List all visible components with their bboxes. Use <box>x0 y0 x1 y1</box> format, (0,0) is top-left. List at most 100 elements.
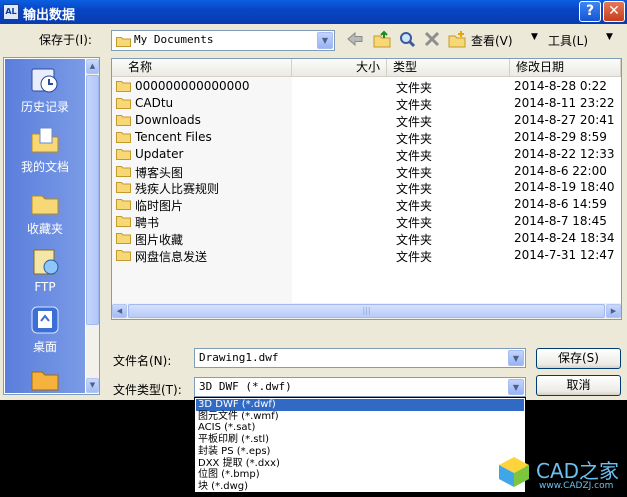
window-title: 输出数据 <box>23 8 76 23</box>
folder-icon <box>31 371 59 391</box>
file-row[interactable]: Updater 文件夹 2014-8-22 12:33 <box>112 146 621 163</box>
file-name: Downloads <box>135 112 201 127</box>
file-row[interactable]: CADtu 文件夹 2014-8-11 23:22 <box>112 95 621 112</box>
folder-icon <box>116 37 131 47</box>
scroll-thumb[interactable]: ||| <box>128 304 605 318</box>
file-date: 2014-7-31 12:47 <box>514 248 615 262</box>
file-row[interactable]: 网盘信息发送 文件夹 2014-7-31 12:47 <box>112 247 621 264</box>
filename-value: Drawing1.dwf <box>199 351 279 364</box>
place-favorites[interactable]: 收藏夹 <box>5 187 85 237</box>
column-header-name[interactable]: 名称 <box>112 59 292 77</box>
tools-dropdown-icon[interactable]: ▼ <box>606 32 613 42</box>
save-in-select[interactable]: My Documents ▼ <box>111 30 335 51</box>
file-date: 2014-8-29 8:59 <box>514 129 607 144</box>
scroll-right-icon[interactable]: ▶ <box>606 304 621 318</box>
ftp-icon <box>33 249 59 275</box>
file-list-hscrollbar[interactable]: ◀ ||| ▶ <box>112 303 621 319</box>
chevron-down-icon[interactable]: ▼ <box>508 350 524 366</box>
filetype-option[interactable]: DXX 提取 (*.dxx) <box>196 458 524 470</box>
delete-icon[interactable] <box>421 30 443 50</box>
file-name: Updater <box>135 146 184 161</box>
filetype-select[interactable]: 3D DWF (*.dwf) ▼ <box>194 377 526 397</box>
close-button[interactable]: ✕ <box>603 1 625 22</box>
place-label: 我的文档 <box>20 160 69 174</box>
view-dropdown-icon[interactable]: ▼ <box>531 32 538 42</box>
file-type: 文件夹 <box>396 97 433 112</box>
file-type: 文件夹 <box>396 131 433 146</box>
back-icon[interactable] <box>344 30 366 50</box>
file-row[interactable]: Tencent Files 文件夹 2014-8-29 8:59 <box>112 129 621 146</box>
chevron-down-icon[interactable]: ▼ <box>508 379 524 395</box>
app-icon: AL <box>3 4 19 20</box>
file-row[interactable]: 000000000000000 文件夹 2014-8-28 0:22 <box>112 78 621 95</box>
scroll-down-icon[interactable]: ▼ <box>86 378 99 393</box>
up-folder-icon[interactable] <box>371 30 393 50</box>
file-row[interactable]: 临时图片 文件夹 2014-8-6 14:59 <box>112 196 621 213</box>
file-date: 2014-8-7 18:45 <box>514 214 607 229</box>
file-row[interactable]: Downloads 文件夹 2014-8-27 20:41 <box>112 112 621 129</box>
file-type: 文件夹 <box>396 233 433 248</box>
scroll-up-icon[interactable]: ▲ <box>86 59 99 74</box>
filetype-dropdown-list[interactable]: 3D DWF (*.dwf) 图元文件 (*.wmf) ACIS (*.sat) 平板… <box>194 397 526 493</box>
chevron-down-icon[interactable]: ▼ <box>317 32 333 49</box>
place-my-documents[interactable]: 我的文档 <box>5 125 85 175</box>
filetype-option[interactable]: 图元文件 (*.wmf) <box>196 411 524 423</box>
title-bar[interactable]: AL 输出数据 ? ✕ <box>0 0 627 24</box>
scroll-thumb[interactable] <box>86 75 99 325</box>
place-ftp[interactable]: FTP <box>5 247 85 294</box>
folder-icon <box>116 148 131 160</box>
column-header-type[interactable]: 类型 <box>387 59 510 77</box>
folder-icon <box>116 131 131 143</box>
file-row[interactable]: 博客头图 文件夹 2014-8-6 22:00 <box>112 163 621 180</box>
place-label: 收藏夹 <box>26 222 63 236</box>
file-row[interactable]: 聘书 文件夹 2014-8-7 18:45 <box>112 213 621 230</box>
folder-icon <box>116 114 131 126</box>
file-type: 文件夹 <box>396 148 433 163</box>
search-icon[interactable] <box>396 30 418 50</box>
tools-menu[interactable]: 工具(L) <box>548 32 588 49</box>
column-header-modified[interactable]: 修改日期 <box>510 59 621 77</box>
place-label: 桌面 <box>32 340 57 354</box>
desktop-icon <box>31 306 59 334</box>
file-type: 文件夹 <box>396 114 433 129</box>
filetype-option[interactable]: 3D DWF (*.dwf) <box>196 399 524 411</box>
new-folder-icon[interactable] <box>446 30 468 50</box>
view-menu[interactable]: 查看(V) <box>471 32 513 49</box>
history-icon <box>31 68 58 93</box>
filetype-option[interactable]: 位图 (*.bmp) <box>196 469 524 481</box>
column-header-size[interactable]: 大小 <box>292 59 387 77</box>
folder-icon <box>116 199 131 211</box>
file-list[interactable]: 名称 大小 类型 修改日期 000000000000000 文件夹 2014-8-2… <box>111 58 622 320</box>
place-history[interactable]: 历史记录 <box>5 65 85 115</box>
save-button[interactable]: 保存(S) <box>536 348 621 369</box>
file-type: 文件夹 <box>396 165 433 180</box>
file-row[interactable]: 残疾人比赛规则 文件夹 2014-8-19 18:40 <box>112 179 621 196</box>
file-date: 2014-8-24 18:34 <box>514 231 615 246</box>
place-label: FTP <box>34 280 56 294</box>
file-row[interactable]: 图片收藏 文件夹 2014-8-24 18:34 <box>112 230 621 247</box>
file-date: 2014-8-6 14:59 <box>514 197 607 212</box>
file-type: 文件夹 <box>396 216 433 231</box>
folder-icon <box>116 97 131 109</box>
cancel-button[interactable]: 取消 <box>536 375 621 396</box>
save-in-label: 保存于(I): <box>39 33 92 47</box>
watermark-url: www.CADZJ.com <box>539 481 614 491</box>
places-list: 历史记录 我的文档 收藏夹 FTP 桌面 <box>5 59 85 393</box>
filename-input[interactable]: Drawing1.dwf ▼ <box>194 348 526 368</box>
filetype-option[interactable]: 平板印刷 (*.stl) <box>196 434 524 446</box>
filetype-option[interactable]: ACIS (*.sat) <box>196 422 524 434</box>
places-scrollbar[interactable]: ▲ ▼ <box>86 59 99 393</box>
file-name: 聘书 <box>135 216 160 231</box>
place-partial[interactable] <box>5 363 85 393</box>
filetype-option[interactable]: 封装 PS (*.eps) <box>196 446 524 458</box>
file-date: 2014-8-11 23:22 <box>514 95 615 110</box>
filetype-value: 3D DWF (*.dwf) <box>199 380 292 393</box>
help-button[interactable]: ? <box>579 1 601 22</box>
file-date: 2014-8-27 20:41 <box>514 112 615 127</box>
filetype-option[interactable]: 块 (*.dwg) <box>196 481 524 493</box>
file-type: 文件夹 <box>396 182 433 197</box>
folder-icon <box>116 233 131 245</box>
folder-icon <box>116 81 131 92</box>
scroll-left-icon[interactable]: ◀ <box>112 304 127 318</box>
place-desktop[interactable]: 桌面 <box>5 305 85 355</box>
